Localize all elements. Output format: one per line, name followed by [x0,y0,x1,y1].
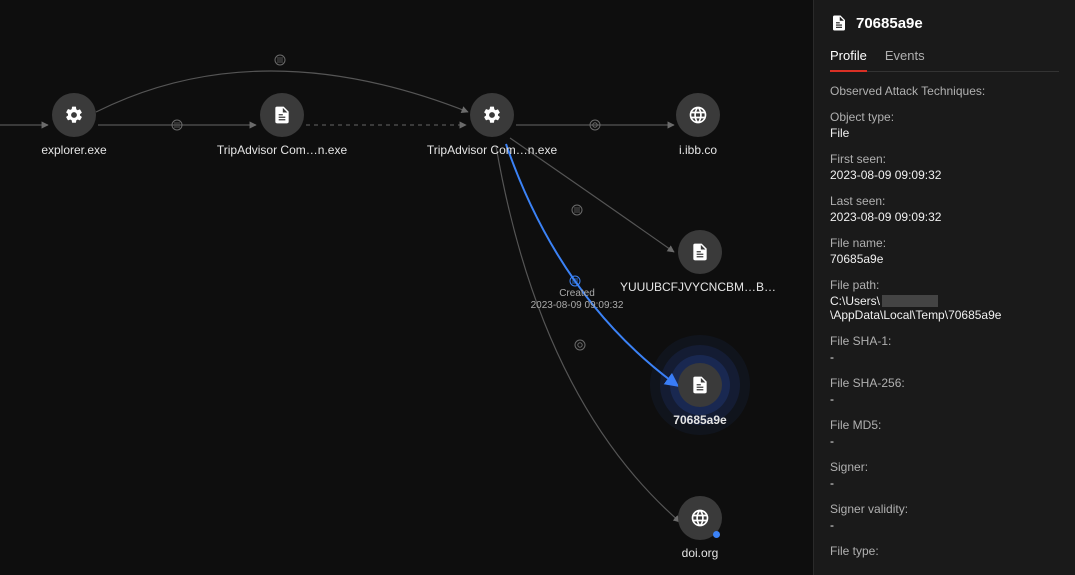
file-icon [678,230,722,274]
edge-action: Created [531,288,624,300]
signer-validity-value: - [830,518,1059,532]
file-icon [678,363,722,407]
node-tripadvisor-1[interactable]: TripAdvisor Com…n.exe [202,93,362,157]
object-type-label: Object type: [830,110,1059,124]
object-type-value: File [830,126,1059,140]
panel-header: 70685a9e [830,14,1059,32]
node-label: explorer.exe [41,143,106,157]
panel-tabs: Profile Events [830,44,1059,72]
node-label: YUUUBCFJVYCNCBM…BZLBL [620,280,780,294]
node-yuuubcf[interactable]: YUUUBCFJVYCNCBM…BZLBL [620,230,780,294]
edge-timestamp: 2023-08-09 09:09:32 [531,300,624,312]
file-md5-value: - [830,434,1059,448]
file-path-pre: C:\Users\ [830,294,880,308]
file-icon [260,93,304,137]
panel-title: 70685a9e [856,15,923,32]
file-path-value: C:\Users\\AppData\Local\Temp\70685a9e [830,294,1059,322]
signer-validity-label: Signer validity: [830,502,1059,516]
globe-icon [676,93,720,137]
node-label: TripAdvisor Com…n.exe [427,143,557,157]
process-graph[interactable]: Created 2023-08-09 09:09:32 explorer.exe… [0,0,813,575]
redacted-block [882,295,938,307]
last-seen-value: 2023-08-09 09:09:32 [830,210,1059,224]
tab-events[interactable]: Events [885,44,925,71]
first-seen-label: First seen: [830,152,1059,166]
observed-attack-label: Observed Attack Techniques: [830,84,1059,98]
node-doi[interactable]: doi.org [620,496,780,560]
process-icon [52,93,96,137]
signer-label: Signer: [830,460,1059,474]
node-label: 70685a9e [673,413,726,427]
process-icon [470,93,514,137]
node-ibb[interactable]: i.ibb.co [618,93,778,157]
edge-label-created: Created 2023-08-09 09:09:32 [531,288,624,312]
file-icon [830,14,848,32]
node-70685a9e[interactable]: 70685a9e [620,363,780,427]
node-label: doi.org [682,546,719,560]
details-panel: 70685a9e Profile Events Observed Attack … [813,0,1075,575]
first-seen-value: 2023-08-09 09:09:32 [830,168,1059,182]
file-path-post: \AppData\Local\Temp\70685a9e [830,308,1001,322]
file-path-label: File path: [830,278,1059,292]
file-type-label: File type: [830,544,1059,558]
globe-icon [678,496,722,540]
signer-value: - [830,476,1059,490]
node-label: i.ibb.co [679,143,717,157]
file-sha256-label: File SHA-256: [830,376,1059,390]
status-dot-icon [713,531,720,538]
node-explorer[interactable]: explorer.exe [0,93,154,157]
last-seen-label: Last seen: [830,194,1059,208]
file-sha1-value: - [830,350,1059,364]
node-tripadvisor-2[interactable]: TripAdvisor Com…n.exe [412,93,572,157]
file-sha1-label: File SHA-1: [830,334,1059,348]
file-md5-label: File MD5: [830,418,1059,432]
node-label: TripAdvisor Com…n.exe [217,143,347,157]
file-name-label: File name: [830,236,1059,250]
file-name-value: 70685a9e [830,252,1059,266]
file-sha256-value: - [830,392,1059,406]
tab-profile[interactable]: Profile [830,44,867,71]
